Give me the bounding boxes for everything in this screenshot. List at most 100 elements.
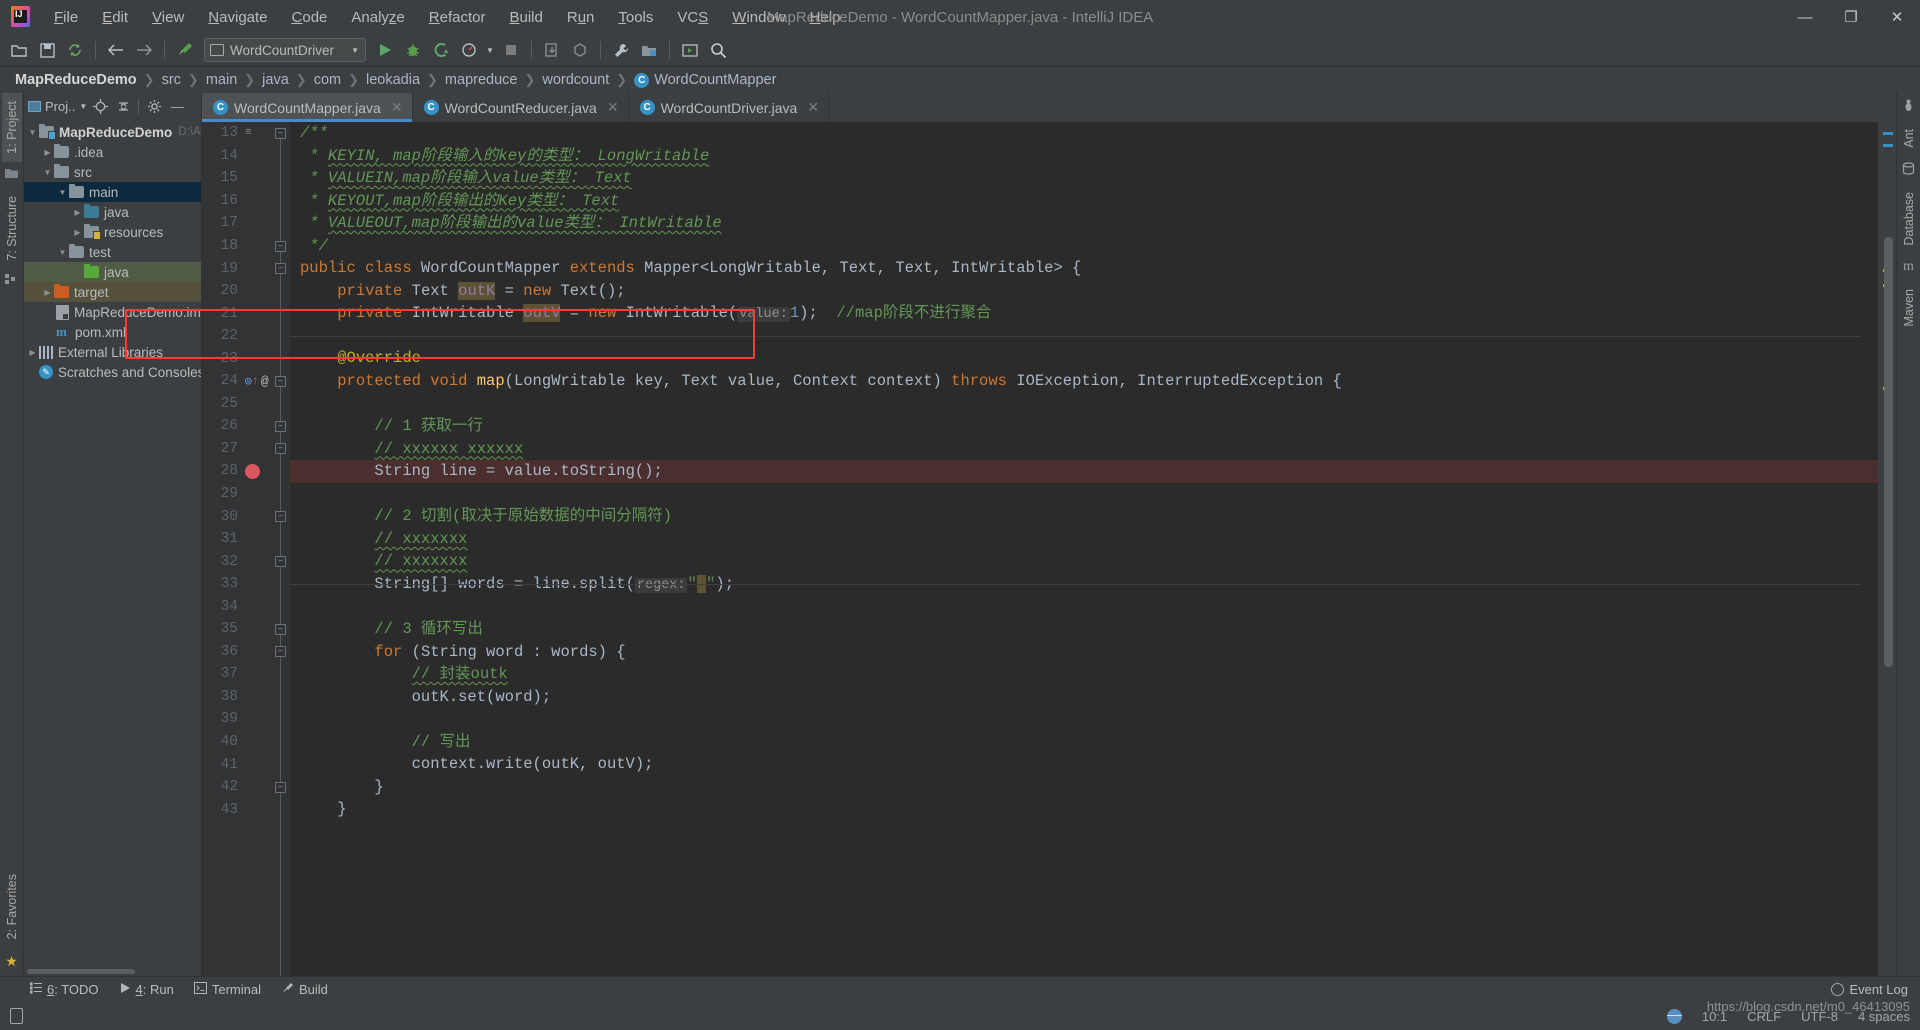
bottom-item-run[interactable]: 4: Run bbox=[119, 982, 174, 997]
breadcrumb-item-5[interactable]: leokadia bbox=[363, 72, 423, 88]
status-bar[interactable]: 10:1 CRLF UTF-8 4 spaces bbox=[0, 1002, 1920, 1030]
fold-icon[interactable]: – bbox=[275, 240, 286, 252]
expand-arrow-icon[interactable]: ▼ bbox=[56, 248, 69, 257]
breadcrumb-item-0[interactable]: MapReduceDemo bbox=[12, 72, 140, 88]
locate-target-icon[interactable] bbox=[90, 97, 110, 117]
breadcrumb[interactable]: MapReduceDemo ❯ src ❯ main ❯ java ❯ com … bbox=[0, 67, 1920, 93]
collapse-all-icon[interactable] bbox=[113, 97, 133, 117]
bottom-right-area[interactable]: Event Log bbox=[1831, 982, 1920, 997]
sidebar-item-favorites[interactable]: 2: Favorites bbox=[2, 866, 22, 947]
code-line-28[interactable]: String line = value.toString(); bbox=[290, 460, 1878, 483]
tab-wordcountmapper[interactable]: C WordCountMapper.java ✕ bbox=[202, 93, 413, 122]
tree-node-target[interactable]: ▶ target bbox=[24, 282, 201, 302]
fold-icon[interactable]: – bbox=[275, 375, 286, 387]
code-line-15[interactable]: * VALUEIN,map阶段输入value类型： Text bbox=[290, 167, 1878, 190]
close-icon[interactable]: ✕ bbox=[391, 99, 403, 116]
project-panel-header[interactable]: Proj.. ▼ — bbox=[24, 93, 201, 120]
code-line-27[interactable]: // xxxxxx xxxxxx bbox=[290, 438, 1878, 461]
tree-node-pom[interactable]: m pom.xml bbox=[24, 322, 201, 342]
expand-arrow-icon[interactable]: ▶ bbox=[41, 288, 54, 297]
code-line-40[interactable]: // 写出 bbox=[290, 731, 1878, 754]
expand-arrow-icon[interactable]: ▼ bbox=[56, 188, 69, 197]
expand-arrow-icon[interactable]: ▼ bbox=[41, 168, 54, 177]
breadcrumb-item-1[interactable]: src bbox=[159, 72, 184, 88]
menu-refactor[interactable]: Refactor bbox=[417, 5, 498, 30]
select-in-icon[interactable] bbox=[677, 37, 703, 63]
breakpoint-icon[interactable] bbox=[245, 463, 260, 479]
bottom-item-terminal[interactable]: Terminal bbox=[193, 982, 261, 997]
code-line-19[interactable]: public class WordCountMapper extends Map… bbox=[290, 257, 1878, 280]
stop-icon[interactable] bbox=[498, 37, 524, 63]
code-line-38[interactable]: outK.set(word); bbox=[290, 686, 1878, 709]
chevron-down-icon[interactable]: ▼ bbox=[484, 37, 496, 63]
menu-bar[interactable]: FFileile Edit View Navigate Code Analyze… bbox=[42, 5, 853, 30]
expand-arrow-icon[interactable]: ▶ bbox=[41, 148, 54, 157]
breadcrumb-item-3[interactable]: java bbox=[259, 72, 292, 88]
editor-scrollbar-thumb[interactable] bbox=[1884, 237, 1893, 667]
sidebar-item-ant[interactable]: Ant bbox=[1899, 121, 1919, 156]
tree-node-iml[interactable]: MapReduceDemo.iml bbox=[24, 302, 201, 322]
code-line-25[interactable] bbox=[290, 393, 1878, 416]
fold-icon[interactable]: – bbox=[275, 443, 286, 455]
menu-vcs[interactable]: VCS bbox=[665, 5, 720, 30]
code-line-36[interactable]: for (String word : words) { bbox=[290, 641, 1878, 664]
event-log-button[interactable]: Event Log bbox=[1831, 982, 1908, 997]
tree-node-resources[interactable]: ▶ resources bbox=[24, 222, 201, 242]
fold-icon[interactable]: – bbox=[275, 623, 286, 635]
fold-icon[interactable]: – bbox=[275, 556, 286, 568]
menu-help[interactable]: Help bbox=[798, 5, 853, 30]
sidebar-item-database[interactable]: Database bbox=[1899, 184, 1919, 254]
sync-icon[interactable] bbox=[62, 37, 88, 63]
fold-icon[interactable]: – bbox=[275, 511, 286, 523]
sidebar-item-maven[interactable]: Maven bbox=[1899, 281, 1919, 335]
tree-node-test[interactable]: ▼ test bbox=[24, 242, 201, 262]
save-icon[interactable] bbox=[34, 37, 60, 63]
marker-info[interactable] bbox=[1883, 144, 1893, 147]
close-icon[interactable]: ✕ bbox=[807, 99, 819, 116]
marker-info[interactable] bbox=[1883, 132, 1893, 135]
fold-icon[interactable]: – bbox=[275, 781, 286, 793]
tree-node-main[interactable]: ▼ main bbox=[24, 182, 201, 202]
sidebar-item-structure[interactable]: 7: Structure bbox=[2, 188, 22, 269]
code-line-32[interactable]: // xxxxxxx bbox=[290, 550, 1878, 573]
search-icon[interactable] bbox=[705, 37, 731, 63]
right-tool-rail[interactable]: Ant Database m Maven bbox=[1896, 93, 1920, 976]
project-panel-title[interactable]: Proj.. ▼ bbox=[28, 99, 87, 114]
code-editor[interactable]: 13 ≡ – 14 15 16 17 18 – 19 – 20 21 22 23 24 ◎… bbox=[125, 122, 1896, 976]
code-line-35[interactable]: // 3 循环写出 bbox=[290, 618, 1878, 641]
menu-window[interactable]: Window bbox=[720, 5, 797, 30]
code-line-43[interactable]: } bbox=[290, 798, 1878, 821]
sidebar-item-project[interactable]: 1: Project bbox=[1, 93, 22, 162]
menu-run[interactable]: Run bbox=[555, 5, 607, 30]
editor-tab-bar[interactable]: C WordCountMapper.java ✕ C WordCountRedu… bbox=[202, 93, 1896, 122]
project-horizontal-scrollbar[interactable] bbox=[24, 967, 201, 976]
memory-indicator-icon[interactable] bbox=[10, 1008, 23, 1024]
gear-icon[interactable] bbox=[144, 97, 164, 117]
left-rail-bottom[interactable]: 2: Favorites ★ bbox=[2, 866, 22, 976]
menu-navigate[interactable]: Navigate bbox=[196, 5, 279, 30]
minimize-button[interactable]: — bbox=[1782, 0, 1828, 34]
main-toolbar[interactable]: WordCountDriver ▼ ▼ bbox=[0, 34, 1920, 67]
open-folder-icon[interactable] bbox=[6, 37, 32, 63]
commit-icon[interactable] bbox=[567, 37, 593, 63]
code-line-42[interactable]: } bbox=[290, 776, 1878, 799]
chevron-down-icon[interactable]: ▼ bbox=[351, 46, 359, 55]
fold-icon[interactable]: – bbox=[275, 646, 286, 658]
breadcrumb-item-2[interactable]: main bbox=[203, 72, 240, 88]
tab-wordcountdriver[interactable]: C WordCountDriver.java ✕ bbox=[629, 93, 829, 122]
bottom-item-todo[interactable]: 6: TODO bbox=[29, 982, 99, 997]
editor-gutter[interactable]: 13 ≡ – 14 15 16 17 18 – 19 – 20 21 22 23 24 ◎… bbox=[202, 122, 290, 976]
fold-icon[interactable]: – bbox=[275, 127, 286, 139]
code-line-26[interactable]: // 1 获取一行 bbox=[290, 415, 1878, 438]
forward-arrow-icon[interactable] bbox=[131, 37, 157, 63]
project-tree[interactable]: ▼ MapReduceDemo D:\A ▶ .idea ▼ src ▼ mai… bbox=[24, 120, 201, 967]
run-icon[interactable] bbox=[372, 37, 398, 63]
code-line-21[interactable]: private IntWritable outV = new IntWritab… bbox=[290, 302, 1878, 325]
hide-panel-icon[interactable]: — bbox=[167, 97, 187, 117]
menu-file[interactable]: FFileile bbox=[42, 5, 90, 30]
code-line-30[interactable]: // 2 切割(取决于原始数据的中间分隔符) bbox=[290, 505, 1878, 528]
code-line-16[interactable]: * KEYOUT,map阶段输出的Key类型： Text bbox=[290, 190, 1878, 213]
tree-node-src[interactable]: ▼ src bbox=[24, 162, 201, 182]
tree-node-scratches[interactable]: ✎ Scratches and Consoles bbox=[24, 362, 201, 382]
tree-node-external-libraries[interactable]: ▶ External Libraries bbox=[24, 342, 201, 362]
